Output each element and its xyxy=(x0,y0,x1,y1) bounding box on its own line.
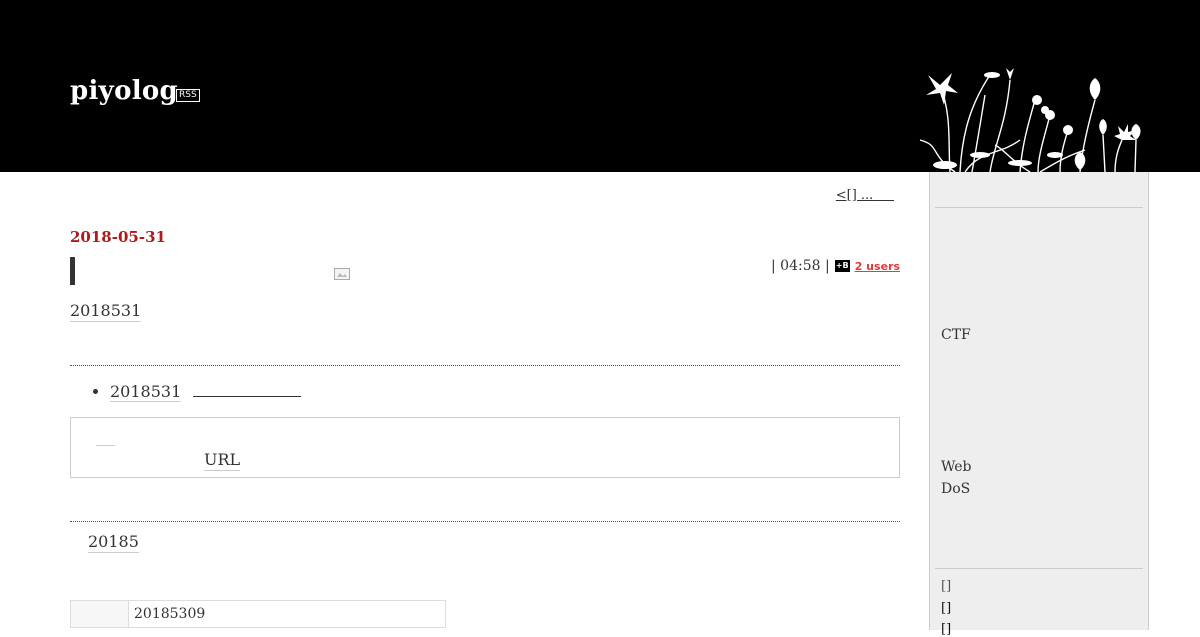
blog-header: piyolog RSS xyxy=(0,0,1200,172)
hatena-users-count[interactable]: 2 users xyxy=(855,260,900,273)
sidebar-archive-link[interactable]: [] xyxy=(941,601,951,616)
timeline-table: 20185309 xyxy=(70,600,446,628)
hatena-bookmark-icon[interactable]: +B xyxy=(834,260,850,272)
embed-card[interactable]: URL xyxy=(70,417,900,478)
sidebar-divider xyxy=(935,207,1143,208)
image-icon xyxy=(334,268,350,280)
sidebar-item-web[interactable]: Web xyxy=(941,459,972,475)
entry-date[interactable]: 2018-05-31 xyxy=(70,228,166,246)
rss-icon[interactable]: RSS xyxy=(176,89,200,102)
list-item-text: 2018531 xyxy=(110,382,182,402)
entry-meta: | 04:58 | +B 2 users xyxy=(771,258,900,274)
embed-url-link[interactable]: URL xyxy=(204,450,241,471)
sidebar-archive-link[interactable]: [] xyxy=(941,579,951,594)
sidebar: CTF Web DoS [] [] [] xyxy=(929,172,1149,637)
prev-entry-link[interactable]: <[] ... xyxy=(836,188,894,203)
section-heading: 20185 xyxy=(88,532,139,553)
flower-illustration xyxy=(919,68,1141,172)
list-item-link[interactable] xyxy=(193,382,302,397)
sidebar-divider xyxy=(935,568,1143,569)
table-row: 20185309 xyxy=(70,600,446,628)
list-item: 2018531 xyxy=(110,382,302,402)
sidebar-item-ctf[interactable]: CTF xyxy=(941,327,971,343)
entry-intro: 2018531 xyxy=(70,301,142,322)
entry-title-bar xyxy=(70,257,75,285)
embed-divider xyxy=(96,445,115,446)
entry-bullet-list: 2018531 xyxy=(92,382,302,402)
main-content: <[] ... 2018-05-31 | 04:58 | +B 2 users … xyxy=(70,172,900,630)
section-divider xyxy=(70,521,900,522)
blog-title-link[interactable]: piyolog xyxy=(70,76,178,106)
entry-time: | 04:58 | xyxy=(771,258,830,274)
sidebar-item-dos[interactable]: DoS xyxy=(941,481,970,497)
table-cell xyxy=(70,600,129,628)
table-cell: 20185309 xyxy=(128,600,446,628)
section-divider xyxy=(70,365,900,366)
